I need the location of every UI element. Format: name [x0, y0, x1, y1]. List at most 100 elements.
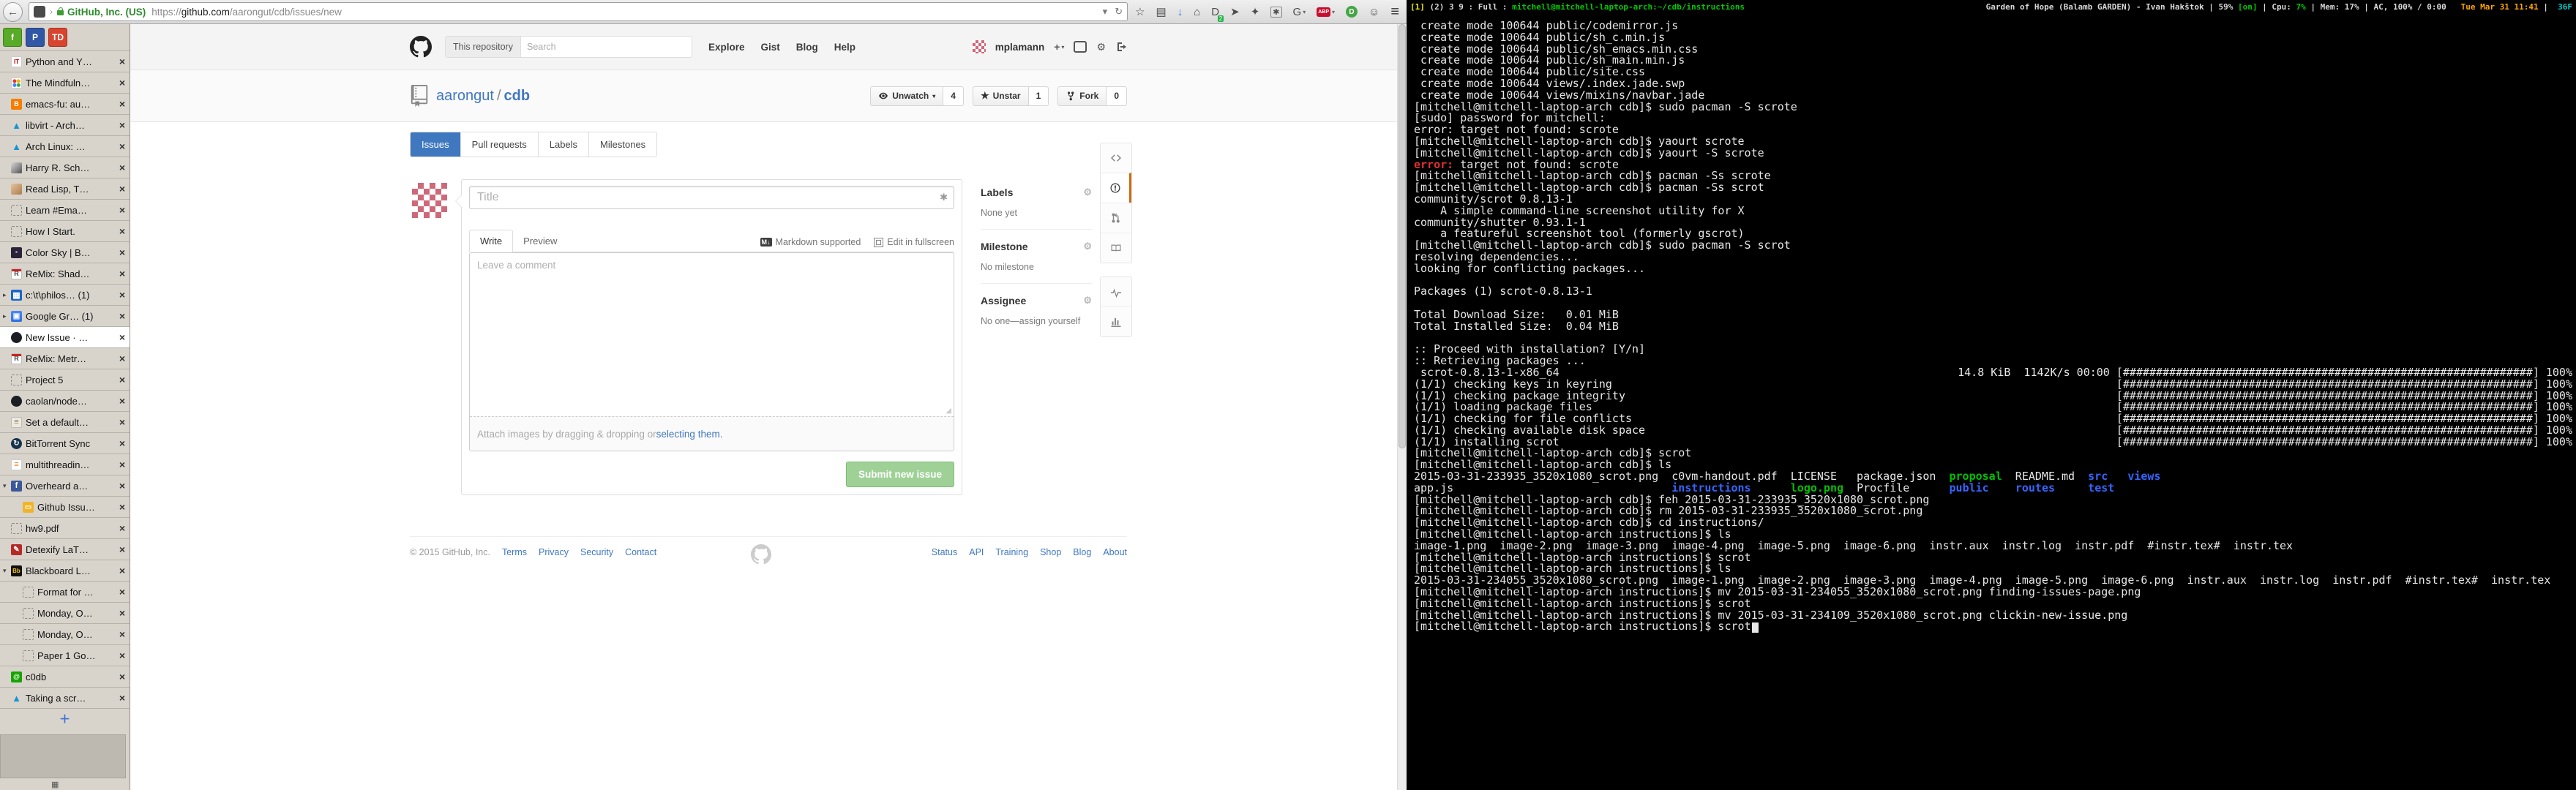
close-icon[interactable]: × [116, 310, 128, 322]
close-icon[interactable]: × [116, 671, 128, 682]
downthemall-icon[interactable]: D2 [1211, 6, 1219, 18]
footer-link-contact[interactable]: Contact [625, 547, 656, 557]
close-icon[interactable]: × [116, 522, 128, 534]
unstar-button[interactable]: ★ Unstar [973, 86, 1029, 106]
tab-item[interactable]: How I Start.× [0, 220, 130, 241]
repo-owner-link[interactable]: aarongut [436, 88, 494, 104]
sidebar-grip-icon[interactable]: ▦ [51, 780, 59, 789]
close-icon[interactable]: × [116, 56, 128, 67]
snippet-icon[interactable]: ✱ [1270, 7, 1281, 18]
footer-link-training[interactable]: Training [995, 547, 1028, 557]
close-icon[interactable]: × [116, 586, 128, 598]
tab-item[interactable]: ▲Arch Linux: …× [0, 135, 130, 157]
tab-item[interactable]: ▲libvirt - Arch…× [0, 114, 130, 135]
pandora-pinned-tab[interactable]: P [26, 28, 45, 47]
tab-item[interactable]: Project 5× [0, 369, 130, 390]
close-icon[interactable]: × [116, 77, 128, 89]
downloads-icon[interactable]: ↓ [1177, 6, 1183, 18]
addon-icon[interactable]: ✦ [1251, 5, 1260, 18]
tab-issues[interactable]: Issues [411, 132, 460, 157]
close-icon[interactable]: × [116, 331, 128, 343]
mini-nav-book-icon[interactable] [1101, 233, 1131, 263]
close-icon[interactable]: × [116, 416, 128, 428]
tab-item[interactable]: Monday, O…× [0, 623, 130, 644]
close-icon[interactable]: × [116, 268, 128, 279]
tab-labels[interactable]: Labels [538, 132, 588, 157]
tab-item[interactable]: Monday, O…× [0, 602, 130, 623]
close-icon[interactable]: × [116, 162, 128, 173]
close-icon[interactable]: × [116, 395, 128, 407]
tab-item[interactable]: ▲Taking a scr…× [0, 687, 130, 708]
close-icon[interactable]: × [116, 98, 128, 110]
markdown-supported-note[interactable]: M↓ Markdown supported [760, 237, 861, 247]
reload-icon[interactable]: ↻ [1115, 6, 1123, 18]
submit-new-issue-button[interactable]: Submit new issue [846, 462, 954, 487]
close-icon[interactable]: × [116, 692, 128, 704]
close-icon[interactable]: × [116, 607, 128, 619]
close-icon[interactable]: × [116, 183, 128, 195]
ghostery-icon[interactable]: G▾ [1293, 6, 1306, 18]
issue-title-input[interactable] [469, 186, 954, 209]
repo-name-link[interactable]: cdb [504, 88, 531, 104]
tab-item[interactable]: Bemacs-fu: au…× [0, 93, 130, 114]
mini-nav-pulse-icon[interactable] [1101, 277, 1131, 306]
tab-item[interactable]: Paper 1 Go…× [0, 644, 130, 666]
td-pinned-tab[interactable]: TD [48, 28, 67, 47]
footer-link-status[interactable]: Status [932, 547, 957, 557]
tab-item[interactable]: hw9.pdf× [0, 517, 130, 538]
gear-icon[interactable]: ⚙ [1083, 295, 1092, 306]
tab-write[interactable]: Write [469, 230, 513, 252]
mini-nav-graph-icon[interactable] [1101, 306, 1131, 336]
tab-item[interactable]: @c0db× [0, 666, 130, 687]
tab-item[interactable]: ▾fOverheard a…× [0, 475, 130, 496]
nav-help[interactable]: Help [834, 42, 855, 53]
close-icon[interactable]: × [116, 225, 128, 237]
close-icon[interactable]: × [116, 204, 128, 216]
new-tab-button[interactable]: ＋ [0, 708, 130, 728]
unwatch-button[interactable]: Unwatch▾ [870, 86, 943, 106]
close-icon[interactable]: × [116, 565, 128, 576]
tab-item[interactable]: Read Lisp, T…× [0, 178, 130, 199]
tab-item[interactable]: ITPython and Y…× [0, 50, 130, 72]
footer-link-security[interactable]: Security [580, 547, 613, 557]
twisty-icon[interactable]: ▾ [3, 482, 11, 490]
footer-link-blog[interactable]: Blog [1073, 547, 1091, 557]
url-bar[interactable]: › GitHub, Inc. (US) https://github.com/a… [29, 2, 1128, 21]
avatar[interactable] [973, 40, 986, 53]
mini-nav-code-icon[interactable] [1101, 143, 1131, 173]
menu-icon[interactable]: ≡ [1390, 4, 1399, 20]
edit-fullscreen-button[interactable]: Edit in fullscreen [874, 237, 954, 247]
nav-gist[interactable]: Gist [761, 42, 780, 53]
tab-item[interactable]: The Mindfuln…× [0, 72, 130, 93]
footer-link-about[interactable]: About [1103, 547, 1127, 557]
fork-button[interactable]: Fork [1057, 86, 1107, 106]
tab-item[interactable]: ▾BbBlackboard L…× [0, 560, 130, 581]
close-icon[interactable]: × [116, 628, 128, 640]
close-icon[interactable]: × [116, 437, 128, 449]
twisty-icon[interactable]: ▸ [3, 312, 11, 320]
site-identity[interactable]: GitHub, Inc. (US) [67, 7, 146, 18]
close-icon[interactable]: × [116, 459, 128, 470]
page-scrollbar[interactable] [1397, 24, 1407, 790]
tab-item[interactable]: ≡Set a default…× [0, 411, 130, 432]
tab-item[interactable]: ▸▣Google Gr… (1)× [0, 305, 130, 326]
tab-item[interactable]: ▭Github Issu…× [0, 496, 130, 517]
tab-item[interactable]: New Issue · …× [0, 326, 130, 347]
home-icon[interactable]: ⌂ [1194, 6, 1200, 18]
feedback-smiley-icon[interactable]: ☺ [1368, 6, 1379, 18]
tab-item[interactable]: Harry R. Sch…× [0, 157, 130, 178]
notifications-icon[interactable] [1074, 41, 1087, 53]
bookmark-star-icon[interactable]: ☆ [1135, 5, 1145, 18]
nav-blog[interactable]: Blog [796, 42, 818, 53]
mini-nav-issue-icon[interactable] [1101, 173, 1131, 203]
tab-pull-requests[interactable]: Pull requests [460, 132, 538, 157]
star-count[interactable]: 1 [1029, 86, 1049, 106]
close-icon[interactable]: × [116, 480, 128, 492]
footer-link-shop[interactable]: Shop [1040, 547, 1061, 557]
tab-item[interactable]: ↻BitTorrent Sync× [0, 432, 130, 454]
select-files-link[interactable]: selecting them. [656, 429, 723, 440]
sign-out-icon[interactable] [1115, 41, 1127, 53]
create-new-button[interactable]: +▾ [1054, 41, 1064, 53]
close-icon[interactable]: × [116, 374, 128, 385]
close-icon[interactable]: × [116, 543, 128, 555]
